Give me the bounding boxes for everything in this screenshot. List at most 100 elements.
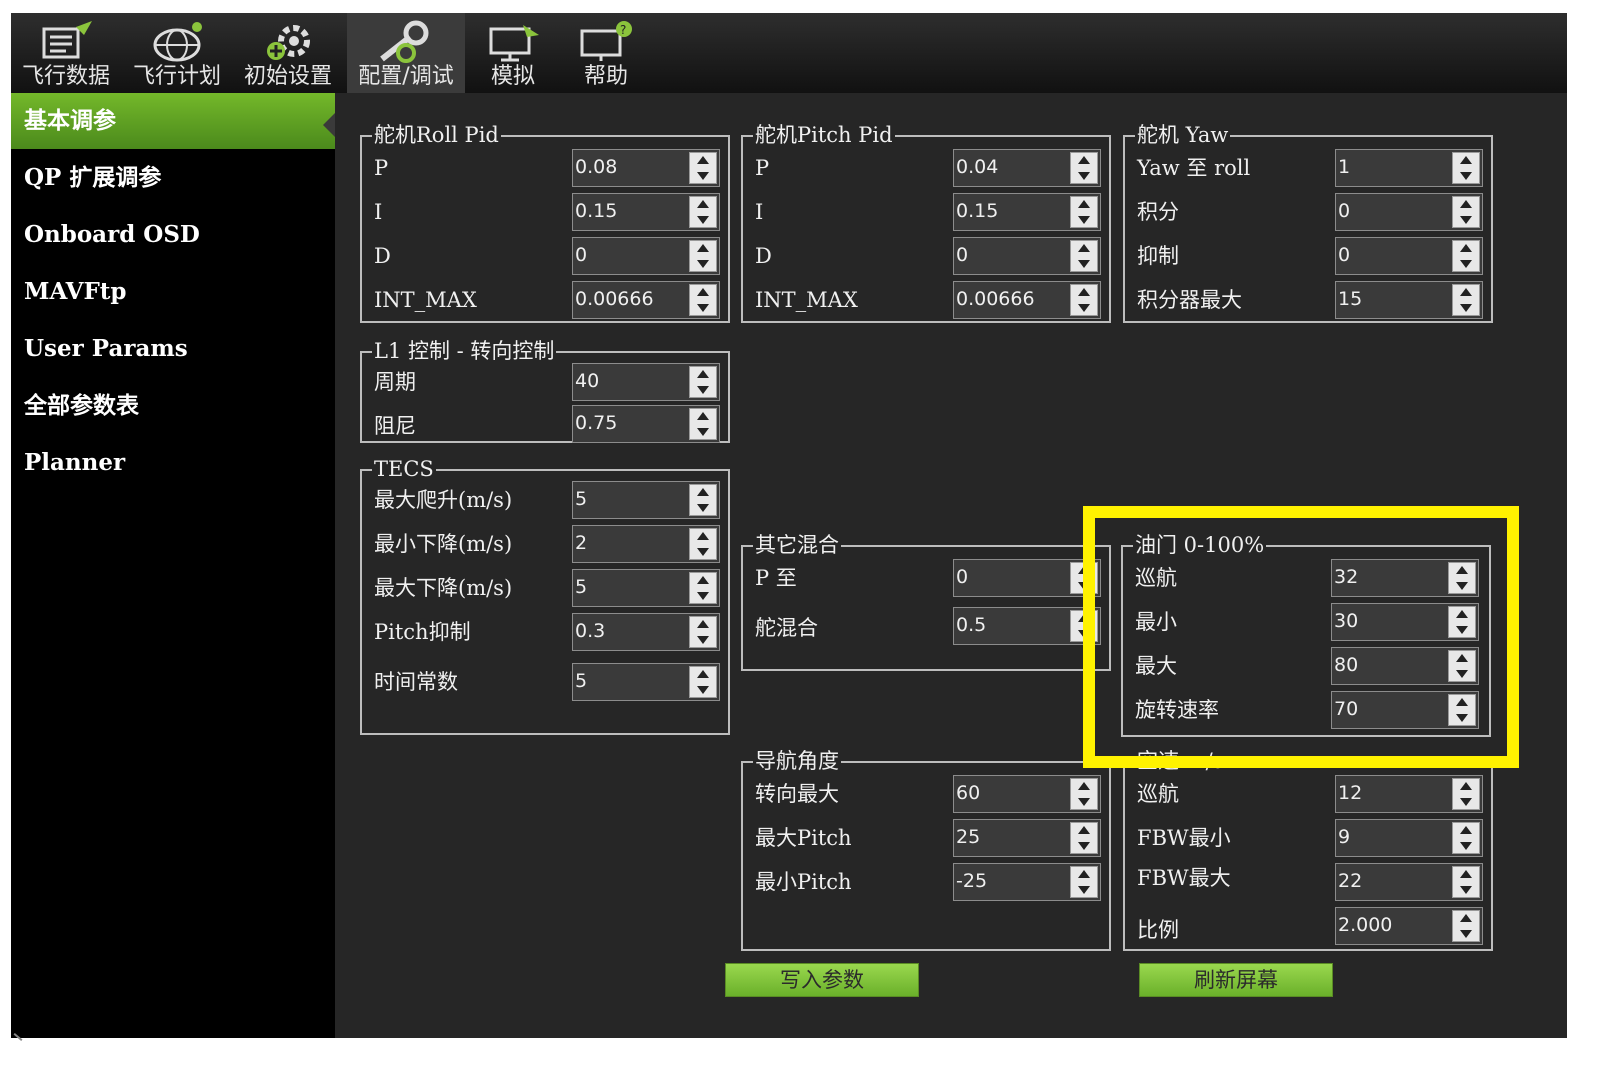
spin-buttons[interactable] [689, 366, 717, 398]
param-input[interactable]: 0.08 [572, 149, 720, 187]
sidebar-item-label: 基本调参 [24, 107, 116, 134]
spin-buttons[interactable] [689, 528, 717, 560]
param-value: 25 [956, 826, 981, 848]
spin-buttons[interactable] [1070, 778, 1098, 810]
param-input[interactable]: 0 [572, 237, 720, 275]
param-input[interactable]: 0.3 [572, 613, 720, 651]
param-label: 最大爬升(m/s) [374, 488, 513, 512]
param-input[interactable]: 5 [572, 569, 720, 607]
spin-buttons[interactable] [689, 484, 717, 516]
param-input[interactable]: 0.75 [572, 405, 720, 443]
spin-buttons[interactable] [1452, 778, 1480, 810]
param-label: FBW最小 [1137, 826, 1231, 850]
spin-buttons[interactable] [1452, 910, 1480, 942]
param-input[interactable]: 22 [1335, 863, 1483, 901]
param-label: 巡航 [1137, 782, 1179, 806]
spin-buttons[interactable] [1070, 240, 1098, 272]
param-value: 40 [575, 370, 600, 392]
toolbar-flight-plan-button[interactable]: 飞行计划 [127, 13, 227, 93]
param-input[interactable]: 0 [953, 237, 1101, 275]
param-input[interactable]: 0.15 [572, 193, 720, 231]
param-input[interactable]: -25 [953, 863, 1101, 901]
param-value: 0.5 [956, 614, 987, 636]
param-input[interactable]: 0 [1335, 193, 1483, 231]
param-input[interactable]: 5 [572, 663, 720, 701]
param-input[interactable]: 40 [572, 363, 720, 401]
spin-buttons[interactable] [689, 408, 717, 440]
spin-buttons[interactable] [1070, 284, 1098, 316]
toolbar-label: 配置/调试 [358, 64, 454, 89]
param-value: 0.00666 [575, 288, 654, 310]
spin-buttons[interactable] [689, 284, 717, 316]
help-icon: ? [580, 21, 632, 61]
main-toolbar: 飞行数据 飞行计划 初始设置 配置/调试 模拟 ? 帮助 [11, 13, 1567, 93]
spin-buttons[interactable] [689, 152, 717, 184]
param-input[interactable]: 5 [572, 481, 720, 519]
param-input[interactable]: 0.00666 [953, 281, 1101, 319]
param-value: -25 [956, 870, 988, 892]
spin-buttons[interactable] [689, 196, 717, 228]
spin-buttons[interactable] [1070, 152, 1098, 184]
refresh-screen-button[interactable]: 刷新屏幕 [1139, 963, 1333, 997]
param-value: 5 [575, 576, 588, 598]
sidebar-item-onboard-osd[interactable]: Onboard OSD [11, 207, 335, 263]
group-title: 舵机 Yaw [1135, 121, 1231, 149]
param-label: 阻尼 [374, 414, 416, 438]
param-input[interactable]: 9 [1335, 819, 1483, 857]
param-input[interactable]: 25 [953, 819, 1101, 857]
sidebar-item-full-param-list[interactable]: 全部参数表 [11, 378, 335, 434]
group-title: 舵机Pitch Pid [753, 121, 895, 149]
spin-buttons[interactable] [689, 240, 717, 272]
param-input[interactable]: 1 [1335, 149, 1483, 187]
spin-buttons[interactable] [689, 616, 717, 648]
toolbar-label: 模拟 [490, 64, 535, 89]
group-l1-control: L1 控制 - 转向控制 周期 40 阻尼 0.75 [360, 337, 730, 443]
param-input[interactable]: 0.00666 [572, 281, 720, 319]
toolbar-flight-data-button[interactable]: 飞行数据 [16, 13, 116, 93]
param-input[interactable]: 0.04 [953, 149, 1101, 187]
toolbar-help-button[interactable]: ? 帮助 [566, 13, 646, 93]
spin-buttons[interactable] [1452, 196, 1480, 228]
sidebar-item-qp-extended-tuning[interactable]: QP 扩展调参 [11, 150, 335, 206]
param-input[interactable]: 0.15 [953, 193, 1101, 231]
param-input[interactable]: 12 [1335, 775, 1483, 813]
param-label: 抑制 [1137, 244, 1179, 268]
spin-buttons[interactable] [1070, 196, 1098, 228]
param-value: 2.000 [1338, 914, 1393, 936]
group-yaw: 舵机 Yaw Yaw 至 roll 1 积分 0 抑制 0 积分器最大 15 [1123, 121, 1493, 323]
highlight-box [1083, 506, 1519, 768]
param-value: 9 [1338, 826, 1351, 848]
spin-buttons[interactable] [1070, 866, 1098, 898]
initial-setup-icon [267, 25, 310, 60]
param-value: 0.15 [956, 200, 999, 222]
write-params-button[interactable]: 写入参数 [725, 963, 919, 997]
toolbar-config-tuning-button[interactable]: 配置/调试 [347, 13, 465, 93]
spin-buttons[interactable] [1070, 822, 1098, 854]
param-input[interactable]: 2.000 [1335, 907, 1483, 945]
param-input[interactable]: 0.5 [953, 607, 1101, 645]
param-label: D [374, 244, 391, 268]
spin-buttons[interactable] [1452, 152, 1480, 184]
param-label: INT_MAX [374, 288, 477, 312]
spin-buttons[interactable] [1452, 240, 1480, 272]
param-input[interactable]: 60 [953, 775, 1101, 813]
param-input[interactable]: 2 [572, 525, 720, 563]
sidebar-item-mavftp[interactable]: MAVFtp [11, 264, 335, 320]
param-input[interactable]: 0 [953, 559, 1101, 597]
param-label: Yaw 至 roll [1137, 156, 1251, 180]
sidebar-item-user-params[interactable]: User Params [11, 321, 335, 377]
toolbar-simulation-button[interactable]: 模拟 [473, 13, 553, 93]
param-input[interactable]: 15 [1335, 281, 1483, 319]
spin-buttons[interactable] [689, 572, 717, 604]
sidebar-item-basic-tuning[interactable]: 基本调参 [11, 93, 335, 149]
spin-buttons[interactable] [1452, 284, 1480, 316]
param-label: P [755, 156, 770, 180]
toolbar-initial-setup-button[interactable]: 初始设置 [238, 13, 338, 93]
spin-buttons[interactable] [1452, 822, 1480, 854]
param-label: P [374, 156, 389, 180]
sidebar-item-planner[interactable]: Planner [11, 435, 335, 491]
spin-buttons[interactable] [1452, 866, 1480, 898]
group-airspeed: 空速 m/s 巡航 12 FBW最小 9 FBW最大 22 比例 2.000 [1123, 747, 1493, 951]
param-input[interactable]: 0 [1335, 237, 1483, 275]
spin-buttons[interactable] [689, 666, 717, 698]
